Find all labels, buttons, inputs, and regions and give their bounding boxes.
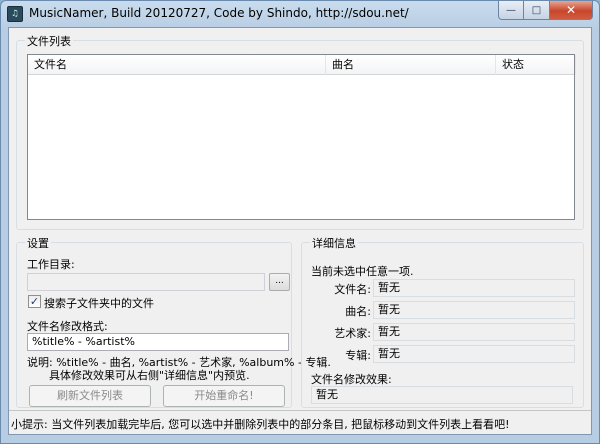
format-label: 文件名修改格式: [27, 320, 108, 333]
search-subfolders-checkbox[interactable]: ✓ [28, 295, 41, 308]
rename-result-value: 暂无 [311, 386, 573, 404]
minimize-button[interactable]: — [498, 1, 524, 20]
detail-artist-label: 艺术家: [334, 327, 371, 340]
details-group-title: 详细信息 [310, 235, 358, 251]
file-list-header: 文件名 曲名 状态 [28, 55, 576, 75]
app-icon[interactable]: ♫ [7, 6, 23, 22]
status-tip: 小提示: 当文件列表加载完毕后, 您可以选中并删除列表中的部分条目, 把鼠标移动… [11, 418, 510, 431]
no-selection-label: 当前未选中任意一项. [311, 265, 414, 278]
search-subfolders-label[interactable]: 搜索子文件夹中的文件 [44, 295, 154, 311]
detail-title-value: 暂无 [373, 301, 575, 319]
detail-title-label: 曲名: [345, 305, 371, 318]
settings-group-title: 设置 [25, 235, 51, 251]
maximize-button[interactable]: □ [524, 1, 550, 20]
browse-button[interactable]: ... [269, 273, 290, 291]
main-window: ♫ MusicNamer, Build 20120727, Code by Sh… [0, 0, 600, 444]
client-area: 文件列表 文件名 曲名 状态 设置 工作目录: ... ✓ 搜索子文件夹中的文件… [8, 27, 592, 435]
refresh-file-list-button[interactable]: 刷新文件列表 [29, 385, 151, 407]
close-button[interactable]: ✕ [550, 1, 593, 20]
format-input[interactable]: %title% - %artist% [27, 333, 289, 351]
window-controls: — □ ✕ [498, 1, 593, 20]
detail-album-value: 暂无 [373, 345, 575, 363]
workdir-label: 工作目录: [27, 258, 75, 271]
file-list-view[interactable]: 文件名 曲名 状态 [27, 54, 576, 220]
detail-filename-value: 暂无 [373, 279, 575, 297]
detail-filename-label: 文件名: [334, 283, 371, 296]
workdir-input[interactable] [27, 273, 265, 291]
start-rename-button[interactable]: 开始重命名! [163, 385, 285, 407]
column-header-status[interactable]: 状态 [496, 55, 576, 75]
detail-album-label: 专辑: [345, 349, 371, 362]
column-header-title[interactable]: 曲名 [326, 55, 496, 75]
format-help-line2: 具体修改效果可从右侧"详细信息"内预览. [49, 369, 250, 382]
window-title: MusicNamer, Build 20120727, Code by Shin… [29, 6, 409, 20]
file-list-group-title: 文件列表 [25, 33, 73, 49]
title-bar[interactable]: ♫ MusicNamer, Build 20120727, Code by Sh… [1, 1, 599, 27]
rename-result-label: 文件名修改效果: [311, 373, 392, 386]
status-bar: 小提示: 当文件列表加载完毕后, 您可以选中并删除列表中的部分条目, 把鼠标移动… [9, 410, 591, 434]
detail-artist-value: 暂无 [373, 323, 575, 341]
column-header-filename[interactable]: 文件名 [28, 55, 326, 75]
